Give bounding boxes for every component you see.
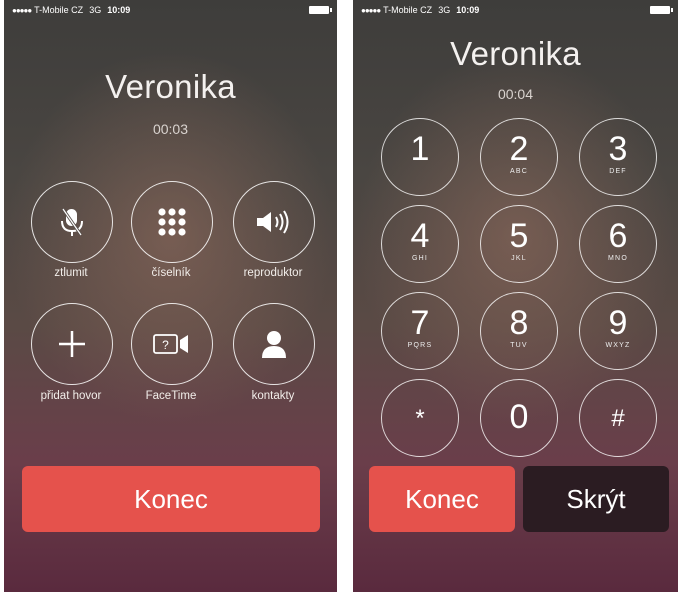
network-type: 3G (89, 5, 102, 15)
key-letters: GHI (411, 255, 429, 262)
caller-name: Veronika (450, 35, 581, 72)
signal-strength: ●●●●● (12, 5, 32, 15)
carrier-name: T-Mobile CZ (34, 5, 84, 15)
add-call-label: přidat hovor (40, 390, 102, 402)
call-timer: 00:03 (152, 121, 189, 137)
key-6[interactable]: 6 MNO (579, 205, 657, 283)
end-call-button[interactable]: Konec (369, 466, 515, 532)
contact-icon (262, 331, 286, 358)
speaker-icon (257, 210, 289, 234)
key-star[interactable]: * (381, 379, 459, 457)
carrier-name: T-Mobile CZ (383, 5, 433, 15)
contacts-button[interactable] (233, 303, 315, 385)
key-letters: DEF (609, 168, 627, 175)
key-4[interactable]: 4 GHI (381, 205, 459, 283)
key-7[interactable]: 7 PQRS (381, 292, 459, 370)
facetime-label: FaceTime (145, 390, 197, 402)
key-1[interactable]: 1 (381, 118, 459, 196)
speaker-label: reproduktor (243, 267, 303, 279)
facetime-icon: ? (153, 334, 188, 354)
status-bar: ●●●●● T-Mobile CZ 3G 10:09 (353, 0, 678, 20)
key-digit: 4 (410, 217, 430, 255)
key-digit: 9 (608, 304, 628, 342)
key-3[interactable]: 3 DEF (579, 118, 657, 196)
plus-icon (59, 331, 85, 357)
key-digit: 3 (608, 130, 628, 168)
key-hash[interactable]: # (579, 379, 657, 457)
key-2[interactable]: 2 ABC (480, 118, 558, 196)
key-letters: ABC (510, 168, 528, 175)
hide-keypad-button[interactable]: Skrýt (523, 466, 669, 532)
mute-label: ztlumit (54, 267, 88, 279)
speaker-button[interactable] (233, 181, 315, 263)
key-digit: 1 (410, 130, 430, 168)
key-letters: MNO (608, 255, 628, 262)
key-digit: 6 (608, 217, 628, 255)
key-0[interactable]: 0 (480, 379, 558, 457)
battery-icon (309, 6, 332, 14)
end-call-button[interactable]: Konec (22, 466, 320, 532)
add-call-button[interactable] (31, 303, 113, 385)
call-timer: 00:04 (497, 86, 534, 102)
key-letters: JKL (511, 255, 527, 262)
contacts-label: kontakty (251, 390, 295, 402)
key-digit: 2 (509, 130, 529, 168)
caller-name: Veronika (105, 68, 236, 105)
key-digit: 8 (509, 304, 529, 342)
key-digit: # (611, 405, 625, 432)
status-bar: ●●●●● T-Mobile CZ 3G 10:09 (4, 0, 337, 20)
key-letters: TUV (510, 342, 528, 349)
key-digit: 7 (410, 304, 430, 342)
svg-text:?: ? (162, 338, 169, 352)
key-8[interactable]: 8 TUV (480, 292, 558, 370)
key-letters: PQRS (407, 342, 433, 349)
facetime-button[interactable]: ? (131, 303, 213, 385)
keypad-label: číselník (151, 267, 191, 279)
status-time: 10:09 (456, 5, 480, 15)
key-digit: 5 (509, 217, 529, 255)
status-time: 10:09 (107, 5, 131, 15)
battery-icon (650, 6, 673, 14)
call-screen-controls: ●●●●● T-Mobile CZ 3G 10:09 Veronika 00:0… (4, 0, 337, 592)
key-5[interactable]: 5 JKL (480, 205, 558, 283)
mute-button[interactable] (31, 181, 113, 263)
key-9[interactable]: 9 WXYZ (579, 292, 657, 370)
keypad-button[interactable] (131, 181, 213, 263)
key-letters: WXYZ (605, 342, 631, 349)
key-digit: 0 (509, 398, 529, 436)
call-screen-keypad: ●●●●● T-Mobile CZ 3G 10:09 Veronika 00:0… (353, 0, 678, 592)
keypad-icon (158, 208, 186, 236)
key-digit: * (415, 405, 425, 432)
network-type: 3G (438, 5, 451, 15)
signal-strength: ●●●●● (361, 5, 381, 15)
microphone-muted-icon (61, 208, 83, 236)
